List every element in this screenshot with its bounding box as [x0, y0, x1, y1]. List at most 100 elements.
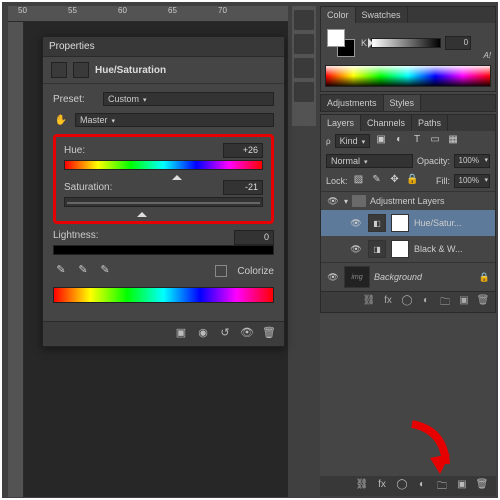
lock-icon: 🔒 — [479, 272, 490, 283]
tab-styles[interactable]: Styles — [384, 95, 422, 111]
filter-smart-icon[interactable]: ▦ — [446, 134, 460, 148]
group-name[interactable]: Adjustment Layers — [370, 196, 445, 206]
adjustment-layer-icon[interactable]: ◐ — [418, 295, 434, 309]
tab-channels[interactable]: Channels — [361, 115, 412, 131]
layer-mask-icon[interactable]: ◯ — [399, 295, 415, 309]
lock-all-icon[interactable]: 🔒 — [406, 174, 420, 188]
highlight-annotation: Hue:+26 Saturation:-21 — [53, 134, 274, 224]
new-layer-icon[interactable]: ▣ — [454, 479, 470, 493]
slider-knob[interactable] — [172, 170, 182, 180]
adjustment-layer-icon[interactable]: ◐ — [414, 479, 430, 493]
tab-paths[interactable]: Paths — [412, 115, 448, 131]
group-icon[interactable]: 🗀 — [437, 295, 453, 309]
filter-pixel-icon[interactable]: ▣ — [374, 134, 388, 148]
panel-icon[interactable] — [294, 58, 314, 78]
new-layer-icon[interactable]: ▣ — [456, 295, 472, 309]
layer-row-background[interactable]: 👁 img Background 🔒 — [321, 262, 495, 291]
lock-position-icon[interactable]: ✥ — [388, 174, 402, 188]
lightness-input[interactable]: 0 — [234, 230, 274, 245]
layer-name[interactable]: Background — [374, 272, 422, 282]
visibility-toggle[interactable]: 👁 — [326, 272, 340, 283]
eyedropper-icon[interactable]: ✎ — [53, 263, 69, 279]
folder-icon[interactable]: 🗀 — [434, 479, 450, 493]
fx-icon[interactable]: fx — [374, 479, 390, 493]
layer-name[interactable]: Hue/Satur... — [414, 218, 462, 228]
lightness-slider[interactable] — [53, 245, 274, 255]
channel-row: ✋ Master — [53, 112, 274, 128]
layer-group-row[interactable]: 👁 ▾ Adjustment Layers — [321, 191, 495, 210]
mask-icon[interactable]: ◯ — [394, 479, 410, 493]
link-icon[interactable]: ⛓ — [354, 479, 370, 493]
filter-kind-dropdown[interactable]: Kind — [335, 134, 371, 148]
panel-icon[interactable] — [294, 10, 314, 30]
color-spectrum[interactable] — [325, 65, 491, 87]
blend-mode-dropdown[interactable]: Normal — [326, 154, 413, 168]
clip-to-layer-icon[interactable]: ▣ — [172, 326, 190, 342]
colorize-checkbox[interactable] — [215, 265, 227, 277]
eyedropper-subtract-icon[interactable]: ✎ — [97, 263, 113, 279]
ruler-tick: 70 — [218, 6, 227, 15]
k-value-input[interactable]: 0 — [445, 36, 471, 50]
tab-color[interactable]: Color — [321, 7, 356, 23]
view-previous-icon[interactable]: ◉ — [194, 326, 212, 342]
filter-type-icon[interactable]: T — [410, 134, 424, 148]
properties-footer: ▣ ◉ ↺ 👁 🗑 — [43, 321, 284, 346]
mask-icon[interactable] — [73, 62, 89, 78]
visibility-toggle[interactable]: 👁 — [326, 196, 340, 207]
trash-icon[interactable]: 🗑 — [260, 326, 278, 342]
collapsed-panel-strip[interactable] — [292, 6, 316, 126]
visibility-toggle[interactable]: 👁 — [349, 218, 363, 229]
trash-icon[interactable]: 🗑 — [475, 295, 491, 309]
link-layers-icon[interactable]: ⛓ — [361, 295, 377, 309]
layer-thumbnail[interactable]: img — [344, 266, 370, 288]
scrubby-hand-icon[interactable]: ✋ — [53, 112, 69, 128]
tab-layers[interactable]: Layers — [321, 115, 361, 131]
adjustment-name: Hue/Saturation — [95, 65, 166, 76]
lock-pixels-icon[interactable]: ✎ — [370, 174, 384, 188]
eyedropper-row: ✎ ✎ ✎ Colorize — [53, 263, 274, 279]
tab-adjustments[interactable]: Adjustments — [321, 95, 384, 111]
channel-k-label: K — [361, 38, 367, 48]
trash-icon[interactable]: 🗑 — [474, 479, 490, 493]
ruler-tick: 65 — [168, 6, 177, 15]
opacity-label: Opacity: — [417, 156, 450, 166]
layer-style-icon[interactable]: fx — [380, 295, 396, 309]
k-slider[interactable] — [371, 38, 441, 48]
visibility-toggle[interactable]: 👁 — [349, 244, 363, 255]
ruler-tick: 50 — [18, 6, 27, 15]
layer-row-hue-sat[interactable]: 👁 ◧ Hue/Satur... — [321, 210, 495, 236]
saturation-input[interactable]: -21 — [223, 180, 263, 195]
toggle-visibility-icon[interactable]: 👁 — [238, 326, 256, 342]
filter-shape-icon[interactable]: ▭ — [428, 134, 442, 148]
hue-sat-layer-icon: ◧ — [368, 214, 386, 232]
panel-icon[interactable] — [294, 34, 314, 54]
hue-slider[interactable] — [64, 160, 263, 170]
layer-mask-thumb[interactable] — [391, 240, 409, 258]
lock-transparency-icon[interactable]: ▨ — [352, 174, 366, 188]
colorize-label: Colorize — [237, 266, 274, 277]
foreground-background-swatch[interactable] — [327, 29, 355, 57]
lightness-label: Lightness: — [53, 230, 99, 245]
filter-adjust-icon[interactable]: ◐ — [392, 134, 406, 148]
ruler-vertical — [8, 22, 24, 497]
eyedropper-add-icon[interactable]: ✎ — [75, 263, 91, 279]
dock-bottom-bar: ⛓ fx ◯ ◐ 🗀 ▣ 🗑 — [320, 476, 496, 496]
properties-tab[interactable]: Properties — [43, 37, 284, 57]
ruler-tick: 55 — [68, 6, 77, 15]
reset-icon[interactable]: ↺ — [216, 326, 234, 342]
preset-dropdown[interactable]: Custom — [103, 92, 274, 106]
gamut-warning-icon[interactable]: A! — [483, 51, 491, 60]
tab-swatches[interactable]: Swatches — [356, 7, 408, 23]
layer-mask-thumb[interactable] — [391, 214, 409, 232]
panel-icon[interactable] — [294, 82, 314, 102]
slider-knob[interactable] — [137, 207, 147, 217]
layer-name[interactable]: Black & W... — [414, 244, 463, 254]
ruler-horizontal: 50 55 60 65 70 — [8, 6, 288, 22]
chevron-down-icon[interactable]: ▾ — [344, 197, 348, 206]
layer-row-bw[interactable]: 👁 ◨ Black & W... — [321, 236, 495, 262]
hue-input[interactable]: +26 — [223, 143, 263, 158]
channel-dropdown[interactable]: Master — [75, 113, 274, 127]
saturation-slider[interactable] — [64, 197, 263, 207]
opacity-input[interactable]: 100% — [454, 154, 490, 168]
fill-input[interactable]: 100% — [454, 174, 490, 188]
